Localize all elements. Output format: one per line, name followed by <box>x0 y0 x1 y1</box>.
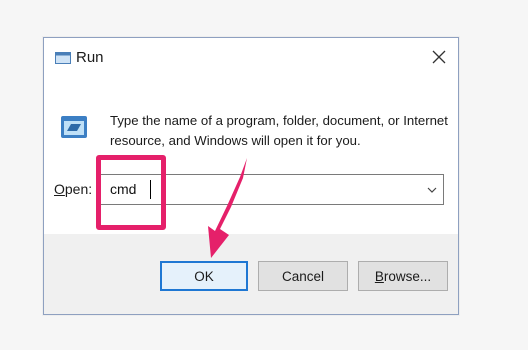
open-label-rest: pen: <box>64 181 93 197</box>
button-bar: OK Cancel Browse... <box>44 234 458 314</box>
ok-button[interactable]: OK <box>160 261 248 291</box>
dropdown-button[interactable] <box>424 175 440 204</box>
browse-accesskey: B <box>374 268 384 284</box>
cancel-button[interactable]: Cancel <box>258 261 348 291</box>
highlight-box <box>96 155 166 230</box>
open-label-accesskey: O <box>54 181 65 197</box>
open-label: Open: <box>54 181 92 197</box>
window-title: Run <box>76 49 104 66</box>
run-icon <box>60 115 88 139</box>
run-title-icon <box>55 51 71 64</box>
chevron-down-icon <box>427 187 437 193</box>
browse-label-rest: rowse... <box>383 268 432 284</box>
description-text: Type the name of a program, folder, docu… <box>110 113 448 148</box>
close-icon <box>432 50 446 64</box>
title-bar: Run <box>44 38 458 76</box>
browse-button[interactable]: Browse... <box>358 261 448 291</box>
close-button[interactable] <box>422 40 456 74</box>
